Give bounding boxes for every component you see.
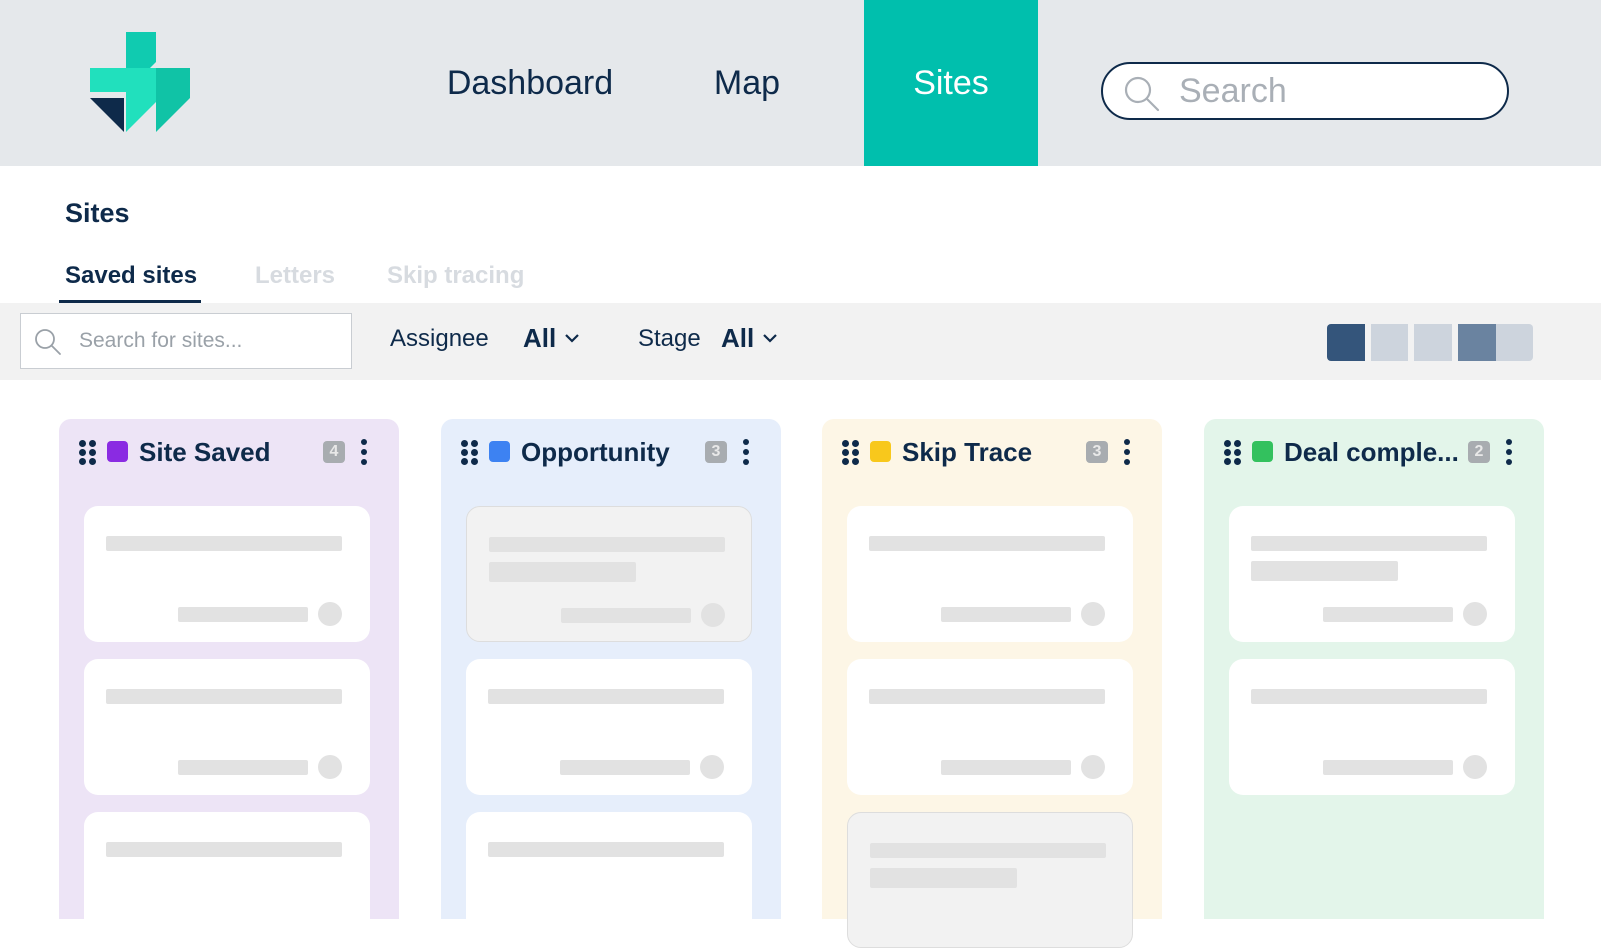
placeholder-line [488, 842, 724, 857]
avatar-placeholder [318, 755, 342, 779]
global-search-box[interactable] [1101, 62, 1509, 120]
drag-handle-icon[interactable] [461, 440, 479, 466]
tab-letters[interactable]: Letters [255, 262, 335, 290]
placeholder-line [489, 537, 725, 552]
more-options-icon[interactable] [1502, 437, 1516, 467]
site-card[interactable] [847, 506, 1133, 642]
stage-label: Stage [638, 325, 701, 352]
placeholder-line [870, 868, 1017, 888]
brand-logo-icon[interactable] [90, 32, 194, 136]
stage-color-swatch [870, 441, 891, 462]
assignee-label: Assignee [390, 325, 489, 352]
board-column-site-saved: Site Saved 4 [59, 419, 399, 948]
tab-saved-sites[interactable]: Saved sites [65, 262, 197, 290]
column-header: Skip Trace 3 [822, 419, 1162, 479]
placeholder-meta [178, 607, 308, 622]
placeholder-line [106, 536, 342, 551]
column-count-badge: 3 [1086, 441, 1108, 463]
site-card[interactable] [84, 812, 370, 948]
more-options-icon[interactable] [1120, 437, 1134, 467]
placeholder-line [1251, 689, 1487, 704]
more-options-icon[interactable] [357, 437, 371, 467]
site-card[interactable] [466, 812, 752, 948]
placeholder-meta [941, 607, 1071, 622]
placeholder-meta [560, 760, 690, 775]
column-title: Opportunity [521, 437, 670, 467]
site-card-selected[interactable] [466, 506, 752, 642]
placeholder-line [869, 536, 1105, 551]
placeholder-meta [178, 760, 308, 775]
view-compact-icon[interactable] [1414, 324, 1452, 361]
drag-handle-icon[interactable] [842, 440, 860, 466]
avatar-placeholder [1081, 755, 1105, 779]
avatar-placeholder [1081, 602, 1105, 626]
avatar-placeholder [1463, 602, 1487, 626]
column-count-badge: 3 [705, 441, 727, 463]
site-search-box[interactable] [20, 313, 352, 369]
more-options-icon[interactable] [739, 437, 753, 467]
site-card[interactable] [84, 506, 370, 642]
avatar-placeholder [700, 755, 724, 779]
search-icon [35, 329, 61, 355]
avatar-placeholder [701, 603, 725, 627]
stage-color-swatch [107, 441, 128, 462]
column-title: Site Saved [139, 437, 271, 467]
site-card[interactable] [1229, 659, 1515, 795]
placeholder-line [106, 842, 342, 857]
placeholder-line [489, 562, 636, 582]
board-column-deal-complete: Deal comple... 2 [1204, 419, 1544, 919]
placeholder-line [869, 689, 1105, 704]
placeholder-line [488, 689, 724, 704]
view-list-icon[interactable] [1371, 324, 1408, 361]
chevron-down-icon[interactable] [564, 333, 580, 343]
site-card[interactable] [84, 659, 370, 795]
global-search-input[interactable] [1179, 70, 1489, 112]
stage-color-swatch [1252, 441, 1273, 462]
site-card[interactable] [466, 659, 752, 795]
chevron-down-icon[interactable] [762, 333, 778, 343]
placeholder-meta [1323, 760, 1453, 775]
column-header: Site Saved 4 [59, 419, 399, 479]
view-board-icon[interactable] [1327, 324, 1365, 361]
column-header: Opportunity 3 [441, 419, 781, 479]
board-column-skip-trace: Skip Trace 3 [822, 419, 1162, 948]
site-card[interactable] [1229, 506, 1515, 642]
drag-handle-icon[interactable] [79, 440, 97, 466]
assignee-dropdown[interactable]: All [523, 323, 556, 354]
column-title: Skip Trace [902, 437, 1033, 467]
stage-color-swatch [489, 441, 510, 462]
view-split-right-icon[interactable] [1496, 324, 1533, 361]
nav-sites-active[interactable]: Sites [864, 0, 1038, 166]
placeholder-meta [941, 760, 1071, 775]
avatar-placeholder [318, 602, 342, 626]
filter-bar: Assignee All Stage All [0, 303, 1601, 380]
column-title: Deal comple... [1284, 437, 1459, 467]
search-icon [1124, 76, 1160, 112]
placeholder-line [870, 843, 1106, 858]
placeholder-line [1251, 561, 1398, 581]
site-card-selected[interactable] [847, 812, 1133, 948]
placeholder-line [1251, 536, 1487, 551]
board-column-opportunity: Opportunity 3 [441, 419, 781, 948]
view-split-icon[interactable] [1458, 324, 1496, 361]
drag-handle-icon[interactable] [1224, 440, 1242, 466]
top-navigation-bar: Dashboard Map Sites [0, 0, 1601, 166]
site-card[interactable] [847, 659, 1133, 795]
tab-skip-tracing[interactable]: Skip tracing [387, 262, 524, 290]
site-search-input[interactable] [79, 326, 339, 356]
placeholder-meta [561, 608, 691, 623]
page-title: Sites [65, 198, 130, 228]
column-count-badge: 4 [323, 441, 345, 463]
stage-dropdown[interactable]: All [721, 323, 754, 354]
column-count-badge: 2 [1468, 441, 1490, 463]
placeholder-line [106, 689, 342, 704]
placeholder-meta [1323, 607, 1453, 622]
avatar-placeholder [1463, 755, 1487, 779]
column-header: Deal comple... 2 [1204, 419, 1544, 479]
nav-map[interactable]: Map [682, 0, 812, 166]
nav-dashboard[interactable]: Dashboard [420, 0, 640, 166]
